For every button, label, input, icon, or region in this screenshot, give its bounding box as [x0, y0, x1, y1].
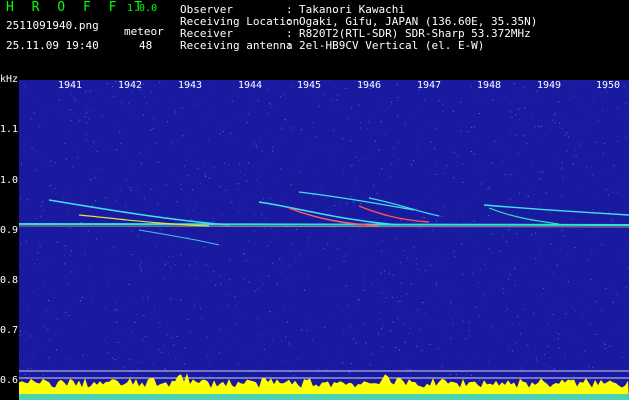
y-tick: 1.0: [0, 175, 19, 186]
y-tick: 0.6: [0, 375, 19, 386]
x-tick: 1946: [357, 80, 382, 91]
meteor-label: meteor: [124, 25, 164, 38]
x-tick: 1949: [537, 80, 562, 91]
antenna-colon: :: [286, 39, 293, 52]
y-axis-unit: kHz: [0, 74, 19, 85]
date-time: 25.11.09 19:40: [6, 39, 99, 52]
x-tick: 1941: [58, 80, 83, 91]
app-brand: H R O F F T: [6, 0, 148, 15]
header-panel: H R O F F T 1.0.0 2511091940.png 25.11.0…: [0, 0, 629, 72]
y-tick: 0.7: [0, 325, 19, 336]
y-tick: 1.1: [0, 124, 19, 135]
x-tick: 1948: [477, 80, 502, 91]
x-tick: 1943: [178, 80, 203, 91]
meteor-count: 48: [139, 39, 153, 52]
file-name: 2511091940.png: [6, 19, 99, 32]
antenna-value: 2el-HB9CV Vertical (el. E-W): [299, 39, 485, 52]
x-tick: 1950: [596, 80, 621, 91]
x-tick: 1942: [118, 80, 143, 91]
antenna-label: Receiving antenna: [180, 39, 293, 52]
app-version: 1.0.0: [127, 3, 158, 14]
y-tick: 0.8: [0, 275, 19, 286]
x-tick: 1945: [297, 80, 322, 91]
spectrogram: [19, 80, 629, 400]
x-tick: 1944: [238, 80, 263, 91]
x-tick: 1947: [417, 80, 442, 91]
y-tick: 0.9: [0, 225, 19, 236]
